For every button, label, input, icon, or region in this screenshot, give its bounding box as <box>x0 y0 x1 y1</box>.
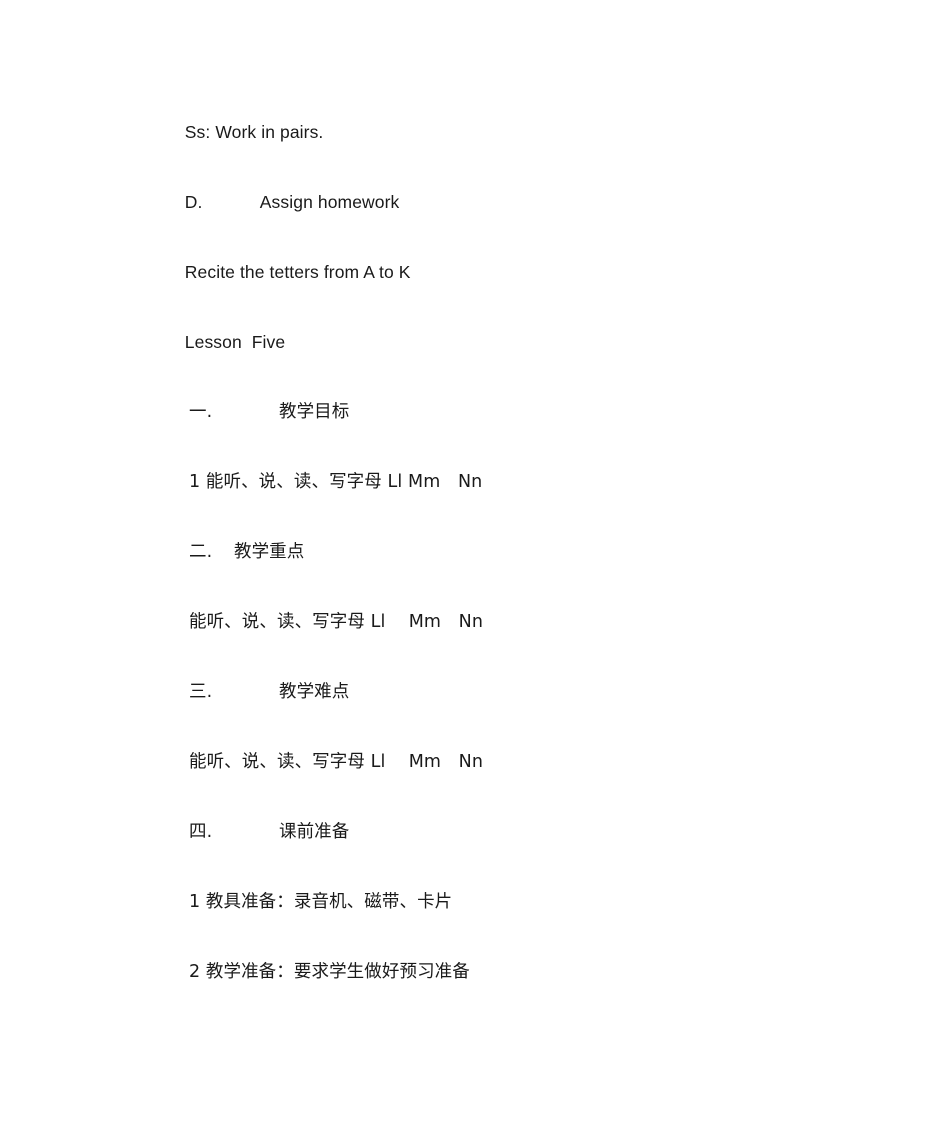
list-marker: 一. <box>188 402 213 422</box>
paragraph-text: 2 教学准备：要求学生做好预习准备 <box>188 962 470 982</box>
paragraph-text: 1 能听、说、读、写字母 Ll Mm Nn <box>188 472 483 492</box>
heading-text: 教学难点 <box>278 682 350 702</box>
paragraph-text: Recite the tetters from A to K <box>184 262 411 282</box>
paragraph-text: Ss: Work in pairs. <box>184 122 324 142</box>
document-body: Ss: Work in pairs. D. Assign homework Rec… <box>155 96 885 1006</box>
paragraph-text: Assign homework <box>259 192 400 212</box>
paragraph-objective-item-1: 1 能听、说、读、写字母 Ll Mm Nn <box>155 446 885 516</box>
paragraph-assign-homework: D. Assign homework <box>155 166 885 236</box>
heading-text: 教学重点 <box>233 542 305 562</box>
paragraph-preparation-item-2: 2 教学准备：要求学生做好预习准备 <box>155 936 885 1006</box>
heading-teaching-objectives: 一. 教学目标 <box>155 376 885 446</box>
paragraph-preparation-item-1: 1 教具准备：录音机、磁带、卡片 <box>155 866 885 936</box>
heading-text: 教学目标 <box>278 402 350 422</box>
list-marker: 二. <box>188 542 213 562</box>
document-page: Ss: Work in pairs. D. Assign homework Rec… <box>0 0 945 1123</box>
list-marker: 四. <box>188 822 213 842</box>
heading-pre-class-preparation: 四. 课前准备 <box>155 796 885 866</box>
paragraph-lesson-title: Lesson Five <box>155 306 885 376</box>
list-marker: D. <box>184 192 203 212</box>
paragraph-focus-detail: 能听、说、读、写字母 Ll Mm Nn <box>155 586 885 656</box>
paragraph-text: 能听、说、读、写字母 Ll Mm Nn <box>188 752 484 772</box>
heading-teaching-focus: 二. 教学重点 <box>155 516 885 586</box>
heading-teaching-difficulty: 三. 教学难点 <box>155 656 885 726</box>
paragraph-ss-work-in-pairs: Ss: Work in pairs. <box>155 96 885 166</box>
paragraph-recite-letters: Recite the tetters from A to K <box>155 236 885 306</box>
paragraph-difficulty-detail: 能听、说、读、写字母 Ll Mm Nn <box>155 726 885 796</box>
heading-text: 课前准备 <box>278 822 350 842</box>
list-marker: 三. <box>188 682 213 702</box>
paragraph-text: 能听、说、读、写字母 Ll Mm Nn <box>188 612 484 632</box>
paragraph-text: Lesson Five <box>184 332 286 352</box>
paragraph-text: 1 教具准备：录音机、磁带、卡片 <box>188 892 453 912</box>
